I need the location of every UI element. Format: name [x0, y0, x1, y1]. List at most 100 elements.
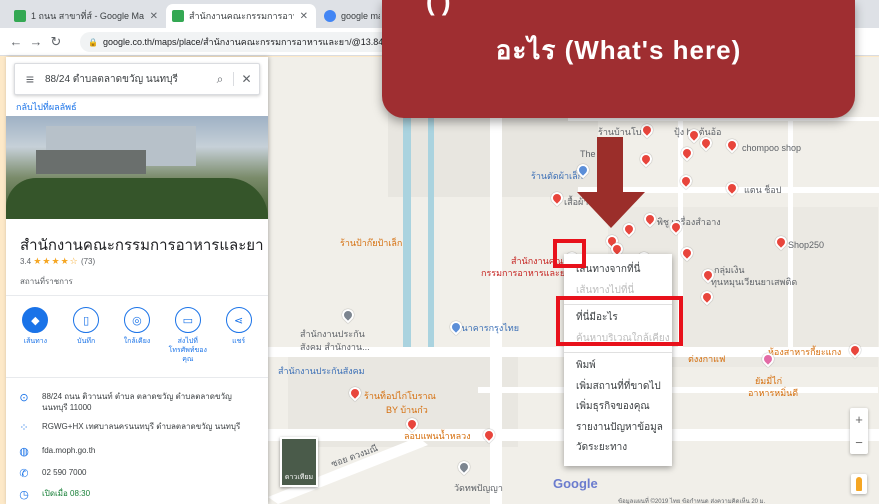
- share-button[interactable]: ⋖ แชร์: [217, 307, 261, 364]
- phone-text: 02 590 7000: [42, 468, 87, 477]
- rating-value: 3.4: [20, 257, 32, 266]
- google-favicon-icon: [324, 10, 336, 22]
- map-label-the: The: [580, 149, 596, 159]
- phone-icon: ✆: [19, 468, 29, 480]
- divider: [6, 377, 268, 378]
- place-title: สำนักงานคณะกรรมการอาหารและยา: [20, 237, 264, 254]
- search-input[interactable]: 88/24 ตำบลตลาดขวัญ นนทบุรี: [45, 72, 207, 87]
- divider: [6, 295, 268, 296]
- photo-sign: [36, 150, 146, 174]
- place-actions: ◆ เส้นทาง ▯ บันทึก ◎ ใกล้เคียง ▭ ส่งไปที…: [6, 307, 268, 364]
- search-box[interactable]: ≡ 88/24 ตำบลตลาดขวัญ นนทบุรี ⌕ ✕: [14, 63, 260, 95]
- address-text: 88/24 ถนน ติวานนท์ ตำบล ตลาดขวัญ ตำบลตลา…: [42, 392, 232, 412]
- menu-item-report-data-problem[interactable]: รายงานปัญหาข้อมูล: [564, 418, 672, 439]
- map-label-lomphai: ลอบแพนน้ำหลวง: [404, 431, 471, 441]
- directions-button[interactable]: ◆ เส้นทาง: [13, 307, 57, 364]
- rating-line: 3.4 ★★★★☆ (73): [20, 256, 95, 267]
- callout-arrow-shaft: [597, 137, 623, 195]
- close-tab-icon[interactable]: ✕: [150, 11, 158, 22]
- map-label-tanakarn: ธนาคารกรุงไทย: [456, 323, 520, 333]
- close-tab-icon[interactable]: ✕: [300, 11, 308, 22]
- website-row[interactable]: ◍ fda.moph.go.th: [6, 445, 268, 458]
- phone-row[interactable]: ✆ 02 590 7000: [6, 467, 268, 480]
- hours-row[interactable]: ◷ เปิดเมื่อ 08:30: [6, 488, 268, 501]
- zoom-in-button[interactable]: +: [850, 408, 868, 431]
- map-label-topkai: ร้านท็อปไก่โบราณ: [364, 391, 436, 401]
- google-logo: Google: [553, 476, 598, 491]
- satellite-layer-toggle[interactable]: ดาวเทียม: [280, 437, 318, 487]
- nearby-icon: ◎: [123, 307, 150, 333]
- street-view-pegman-icon[interactable]: [851, 474, 867, 494]
- map-label-bybankoi: BY บ้านก๋ว: [386, 405, 428, 415]
- address-row[interactable]: ⊙ 88/24 ถนน ติวานนท์ ตำบล ตลาดขวัญ ตำบลต…: [6, 391, 268, 413]
- map-label-arhan: อาหารหมิ่นดี: [748, 388, 799, 398]
- zoom-out-button[interactable]: −: [850, 431, 868, 454]
- plus-code-row[interactable]: ⁘ RGWG+HX เทศบาลนครนนทบุรี ตำบลตลาดขวัญ …: [6, 421, 268, 434]
- globe-icon: ◍: [19, 446, 29, 458]
- save-button[interactable]: ▯ บันทึก: [64, 307, 108, 364]
- menu-item-add-missing-place[interactable]: เพิ่มสถานที่ที่ขาดไป: [564, 377, 672, 398]
- back-arrow-icon[interactable]: ←: [6, 34, 26, 49]
- place-photo[interactable]: [6, 116, 268, 219]
- menu-highlight-box: [556, 296, 683, 346]
- maps-favicon-icon: [14, 10, 26, 22]
- tab-fda[interactable]: สำนักงานคณะกรรมการอาหารและยา ✕: [166, 4, 316, 28]
- tab-label: google map: [341, 11, 380, 21]
- action-label: บันทึก: [77, 338, 96, 345]
- lock-icon: 🔒: [88, 37, 98, 47]
- forward-arrow-icon[interactable]: →: [26, 34, 46, 49]
- send-to-phone-button[interactable]: ▭ ส่งไปที่โทรศัพท์ของคุณ: [166, 307, 210, 364]
- map-canvas[interactable]: ร้านบ้านโบว์ ปุ้ง by ต้นอ้อ chompoo shop…: [268, 57, 879, 504]
- action-label: ส่งไปที่โทรศัพท์ของคุณ: [168, 338, 207, 363]
- map-label-pichu: พิชู เครื่องสำอาง: [657, 217, 721, 227]
- clock-icon: ◷: [19, 489, 29, 501]
- hours-text: เปิดเมื่อ 08:30: [42, 489, 91, 498]
- map-label-chompoo: chompoo shop: [742, 143, 802, 153]
- nearby-button[interactable]: ◎ ใกล้เคียง: [115, 307, 159, 364]
- map-label-pragansangkom: สำนักงานประกันสังคม: [278, 366, 365, 376]
- zoom-control: + −: [850, 408, 868, 454]
- hamburger-menu-icon[interactable]: ≡: [15, 71, 45, 87]
- photo-bushes: [6, 178, 268, 219]
- tab-google-search[interactable]: google map: [318, 4, 388, 28]
- action-label: ใกล้เคียง: [123, 338, 151, 345]
- clear-search-icon[interactable]: ✕: [233, 72, 259, 86]
- place-info-panel: ≡ 88/24 ตำบลตลาดขวัญ นนทบุรี ⌕ ✕ กลับไปท…: [6, 57, 268, 504]
- location-pin-icon: ⊙: [19, 392, 29, 404]
- menu-item-print[interactable]: พิมพ์: [564, 356, 672, 377]
- maps-favicon-icon: [172, 10, 184, 22]
- tab-label: 1 ถนน สาขาที่ส์ - Google Maps: [31, 11, 144, 21]
- map-label-tan: แตน ช็อป: [744, 185, 782, 195]
- map-label-fda-long: กรรมการอาหารและยา: [481, 268, 571, 278]
- action-label: เส้นทาง: [23, 338, 48, 345]
- map-label-phangdin: ต่งงกาแฟ: [688, 354, 726, 364]
- map-label-sangkom: สังคม สำนักงาน...: [300, 342, 370, 352]
- search-icon[interactable]: ⌕: [207, 72, 233, 87]
- review-count[interactable]: (73): [81, 257, 95, 266]
- url-text: google.co.th/maps/place/สำนักงานคณะกรรมก…: [102, 37, 410, 47]
- menu-item-measure-distance[interactable]: วัดระยะทาง: [564, 438, 672, 459]
- send-to-phone-icon: ▭: [174, 307, 201, 333]
- layer-toggle-label: ดาวเทียม: [284, 474, 314, 481]
- website-text: fda.moph.go.th: [42, 446, 96, 455]
- callout-arrow-head-icon: [577, 192, 645, 228]
- tab-label: สำนักงานคณะกรรมการอาหารและยา: [189, 11, 294, 21]
- plus-code-text: RGWG+HX เทศบาลนครนนทบุรี ตำบลตลาดขวัญ นน…: [42, 422, 241, 431]
- callout-top-line: ( ): [426, 0, 451, 16]
- map-label-shop250: Shop250: [788, 240, 825, 250]
- map-footer: ข้อมูลแผนที่ ©2019 ไทย ข้อกำหนด ส่งความค…: [618, 499, 766, 504]
- instruction-callout: ( ) อะไร (What's here): [382, 0, 855, 118]
- pin-highlight-box: [553, 239, 586, 268]
- reload-icon[interactable]: ↻: [46, 34, 66, 50]
- menu-item-add-business[interactable]: เพิ่มธุรกิจของคุณ: [564, 397, 672, 418]
- place-category[interactable]: สถานที่ราชการ: [20, 275, 73, 288]
- map-context-menu: เส้นทางจากที่นี่ เส้นทางไปที่นี่ ที่นี่ม…: [564, 254, 672, 466]
- tab-google-maps[interactable]: 1 ถนน สาขาที่ส์ - Google Maps ✕: [8, 4, 166, 28]
- action-label: แชร์: [232, 338, 246, 345]
- address-bar[interactable]: 🔒 google.co.th/maps/place/สำนักงานคณะกรร…: [80, 32, 410, 52]
- directions-icon: ◆: [22, 307, 49, 333]
- bookmark-icon: ▯: [73, 307, 100, 333]
- share-icon: ⋖: [225, 307, 252, 333]
- map-label-rantuk: ร้านตัดผ้าเล็ก: [531, 171, 584, 181]
- back-to-results-link[interactable]: กลับไปที่ผลลัพธ์: [16, 100, 77, 114]
